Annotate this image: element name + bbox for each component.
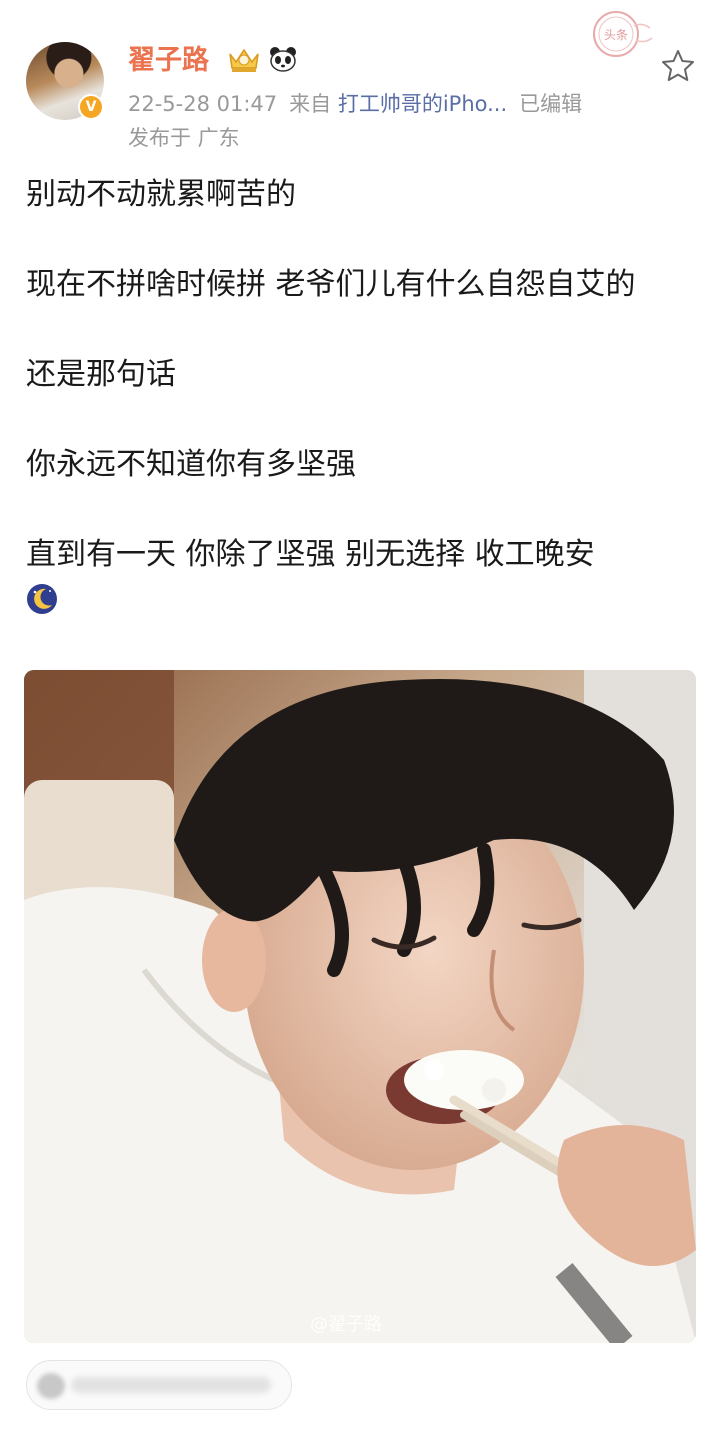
source-prefix: 来自 [289,92,332,116]
edited-label[interactable]: 已编辑 [519,92,582,116]
post-time: 22-5-28 01:47 [128,92,278,116]
post-body: 别动不动就累啊苦的 现在不拼啥时候拼 老爷们儿有什么自怨自艾的 还是那句话 你永… [26,172,696,622]
moon-icon [26,583,58,615]
stamp-watermark: 头条 [580,6,656,62]
post-line-blank [26,397,696,442]
post-source-link[interactable]: 打工帅哥的iPho... [338,92,507,116]
comment-input-pill[interactable] [26,1360,292,1410]
post-meta: 22-5-28 01:47 来自 打工帅哥的iPho... 已编辑 [128,90,582,118]
post-location: 发布于 广东 [128,126,240,150]
crown-icon[interactable] [226,44,262,74]
author-name[interactable]: 翟子路 [128,44,209,78]
blurred-comment-text [71,1377,271,1393]
blurred-avatar [37,1373,65,1399]
post-line: 现在不拼啥时候拼 老爷们儿有什么自怨自艾的 [26,267,636,302]
verified-v-icon: V [78,94,104,120]
post-header: 头条 V 翟子路 22-5-28 01:47 来自 打工帅哥的iPho... 已编辑… [0,0,720,160]
post-photo[interactable] [24,670,696,1343]
post-line: 直到有一天 你除了坚强 别无选择 收工晚安 [26,537,595,572]
photo-watermark: @翟子路 [310,1314,382,1335]
post-line: 还是那句话 [26,357,176,392]
post-line: 你永远不知道你有多坚强 [26,447,356,482]
post-line-blank [26,217,696,262]
star-outline-icon[interactable] [660,48,696,84]
stamp-text: 头条 [604,28,628,42]
emoji-line [26,577,696,622]
post-line-blank [26,487,696,532]
post-line: 别动不动就累啊苦的 [26,177,296,212]
panda-icon[interactable] [268,45,298,73]
post-line-blank [26,307,696,352]
